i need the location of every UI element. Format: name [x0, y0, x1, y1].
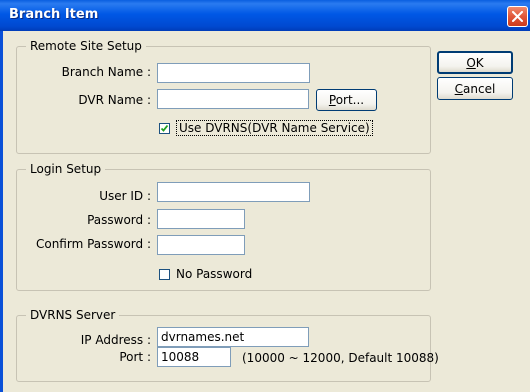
user-id-input[interactable] [157, 182, 310, 202]
port-button[interactable]: Port... [316, 89, 377, 111]
remote-site-setup-legend: Remote Site Setup [26, 39, 146, 53]
cancel-mnemonic: C [454, 81, 464, 96]
no-password-label[interactable]: No Password [176, 267, 252, 281]
checkmark-icon [160, 124, 169, 132]
password-input[interactable] [157, 209, 245, 229]
ok-button-rest: K [475, 55, 484, 70]
port-range-hint: (10000 ~ 12000, Default 10088) [242, 351, 439, 365]
password-label: Password : [87, 213, 151, 227]
branch-name-label: Branch Name : [61, 65, 151, 79]
confirm-password-label: Confirm Password : [35, 237, 151, 251]
use-dvrns-checkbox[interactable] [159, 122, 170, 134]
dvrns-port-input[interactable] [157, 347, 231, 367]
port-mnemonic: P [328, 93, 336, 107]
confirm-password-input[interactable] [157, 235, 245, 255]
login-setup-legend: Login Setup [26, 162, 106, 176]
close-button[interactable] [507, 6, 528, 27]
port-button-rest: ort... [335, 93, 365, 107]
port-label: Port : [119, 350, 151, 364]
dialog-title: Branch Item [9, 7, 99, 22]
ok-mnemonic: O [466, 55, 476, 70]
branch-name-input[interactable] [157, 63, 310, 83]
title-bar[interactable]: Branch Item [0, 0, 530, 31]
dvr-name-input[interactable] [157, 89, 309, 109]
user-id-label: User ID : [99, 189, 151, 203]
use-dvrns-label[interactable]: Use DVRNS(DVR Name Service) [176, 120, 373, 136]
dvrns-server-legend: DVRNS Server [26, 308, 120, 322]
ip-address-input[interactable] [157, 327, 309, 347]
use-dvrns-row: Use DVRNS(DVR Name Service) [159, 120, 373, 136]
no-password-checkbox[interactable] [159, 268, 170, 280]
close-x-icon [512, 11, 523, 22]
branch-item-dialog: Branch Item Remote Site Setup Branch Nam… [0, 0, 530, 392]
no-password-row: No Password [159, 267, 252, 281]
ok-button[interactable]: OK [437, 51, 513, 74]
dvr-name-label: DVR Name : [78, 93, 151, 107]
ip-address-label: IP Address : [80, 333, 151, 347]
window-border [0, 31, 3, 392]
cancel-button-rest: ancel [463, 81, 496, 96]
cancel-button[interactable]: Cancel [437, 77, 513, 100]
